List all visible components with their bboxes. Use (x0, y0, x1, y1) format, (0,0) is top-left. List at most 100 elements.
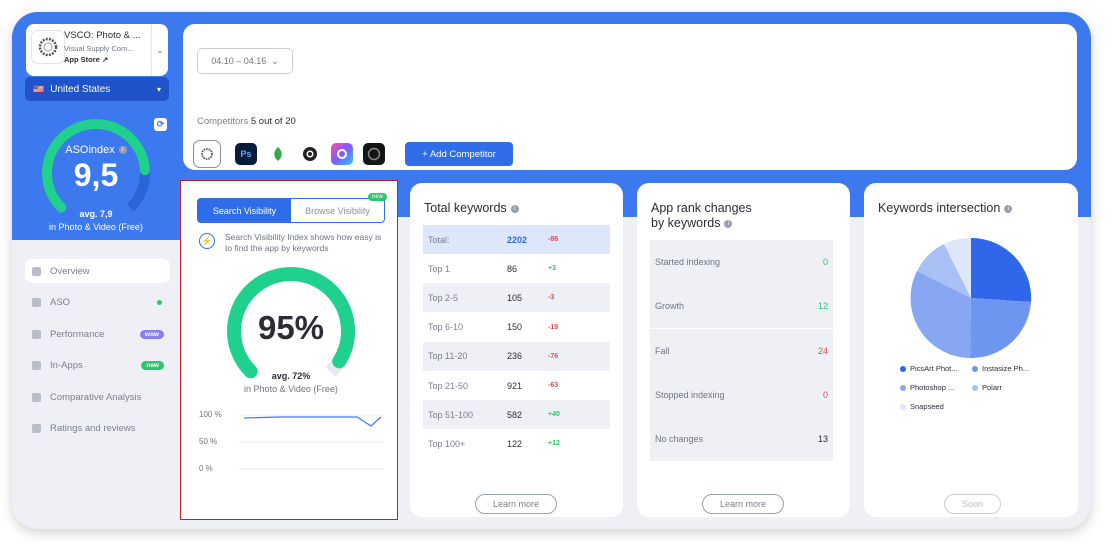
keyword-row-value: 122 (507, 438, 523, 449)
pie-legend: PicsArt Phot... Instasize Ph... Photoshop… (900, 364, 1060, 421)
keywords-intersection-card: Keywords intersection i PicsArt Phot... In… (864, 183, 1078, 517)
keyword-row-delta: -3 (548, 294, 555, 302)
lightning-icon: ⚡ (199, 233, 215, 249)
keyword-row-delta: -76 (548, 352, 559, 360)
competitor-picsart-icon[interactable] (331, 143, 353, 165)
competitor-photoshop-icon[interactable]: Ps (235, 143, 257, 165)
keyword-row-label: Total: (428, 234, 450, 245)
status-dot (157, 300, 162, 306)
nav-label: ASO (50, 297, 71, 309)
sidebar-header: VSCO: Photo & ... Visual Supply Com... A… (12, 12, 180, 240)
app-frame: VSCO: Photo & ... Visual Supply Com... A… (12, 12, 1091, 529)
aso-index-value: 9,5 (73, 157, 119, 193)
rank-row-value: 13 (817, 434, 828, 445)
nav-in-apps[interactable]: In-Apps new (25, 354, 170, 378)
chevron-down-icon[interactable]: ⌄ (151, 24, 168, 76)
refresh-icon[interactable]: ⟳ (154, 118, 167, 131)
keyword-row: Top 1 86 +3 (423, 254, 610, 284)
keyword-row-value: 2202 (507, 234, 528, 245)
keyword-row-delta: -63 (548, 382, 559, 389)
keyword-row-value: 582 (507, 409, 523, 420)
app-store-label: App Store (64, 55, 100, 64)
competitor-polarr-icon[interactable] (363, 143, 385, 165)
card-title: App rank changes by keywords i (651, 201, 752, 230)
keyword-row: Top 2-5 105 -3 (423, 283, 610, 313)
app-store-link[interactable]: App Store ↗ (64, 55, 108, 64)
rank-row-value: 12 (817, 301, 828, 312)
keyword-row-label: Top 11-20 (428, 351, 468, 362)
info-icon[interactable]: i (724, 219, 733, 228)
aso-icon (32, 298, 41, 308)
keyword-row-value: 105 (507, 292, 523, 303)
rank-change-row: Fall 24 (650, 328, 833, 373)
filters-card: 04.10 – 04.16 ⌄ Competitors 5 out of 20 … (183, 24, 1077, 170)
legend-item: Instasize Ph... (972, 364, 1044, 373)
competitor-list: Ps + Add Competitor (193, 139, 513, 169)
visibility-avg: avg. 72% (271, 371, 311, 381)
competitor-vsco-icon[interactable] (193, 140, 221, 168)
us-flag-icon: 🇺🇸 (33, 83, 45, 94)
aso-category: in Photo & Video (Free) (49, 222, 143, 232)
keyword-row: Top 51-100 582 +40 (423, 400, 610, 430)
in-apps-icon (32, 361, 41, 371)
total-keywords-card: Total keywords i Total: 2202 -86 Top 1 86 +3 To… (410, 183, 623, 517)
add-competitor-button[interactable]: + Add Competitor (405, 142, 513, 166)
country-label: United States (50, 83, 111, 95)
visibility-value: 95% (257, 309, 325, 346)
nav-label: Ratings and reviews (50, 423, 136, 435)
nav-label: In-Apps (50, 360, 83, 372)
info-icon[interactable]: i (510, 204, 519, 213)
y-tick-label: 50 % (199, 437, 218, 446)
rank-change-row: Started indexing 0 (650, 240, 833, 284)
search-visibility-card: Search Visibility Browse Visibility new … (180, 180, 398, 520)
legend-item: Photoshop ... (900, 383, 972, 392)
intersection-pie (910, 237, 1032, 359)
keyword-row: Top 11-20 236 -76 (423, 341, 610, 371)
soon-button[interactable]: Soon (944, 494, 1001, 514)
rank-row-value: 0 (822, 257, 828, 267)
nav-comparative-analysis[interactable]: Comparative Analysis (25, 385, 170, 409)
app-name: VSCO: Photo & ... (64, 30, 141, 41)
date-range-picker[interactable]: 04.10 – 04.16 ⌄ (197, 48, 293, 74)
rank-change-row: Stopped indexing 0 (650, 372, 833, 417)
wow-badge: wow (139, 329, 164, 339)
keyword-row-delta: +12 (548, 440, 560, 448)
new-badge: new (141, 361, 164, 371)
nav-aso[interactable]: ASO (25, 291, 170, 315)
ratings-icon (32, 424, 41, 434)
learn-more-button[interactable]: Learn more (702, 494, 784, 514)
nav-ratings[interactable]: Ratings and reviews (25, 417, 170, 441)
keyword-row: Top 6-10 150 -19 (423, 312, 610, 342)
app-selector[interactable]: VSCO: Photo & ... Visual Supply Com... A… (26, 24, 168, 76)
keyword-row-delta: +40 (548, 411, 560, 419)
app-developer: Visual Supply Com... (64, 44, 134, 53)
rank-row-label: Stopped indexing (655, 389, 725, 400)
keyword-row-value: 86 (507, 263, 518, 274)
learn-more-button[interactable]: Learn more (475, 494, 557, 514)
info-icon[interactable]: i (118, 146, 127, 155)
competitor-camera-icon[interactable] (299, 143, 321, 165)
keyword-row: Total: 2202 -86 (423, 225, 610, 254)
tab-search-visibility[interactable]: Search Visibility (198, 199, 291, 222)
country-selector[interactable]: 🇺🇸 United States ▾ (25, 77, 169, 101)
nav-label: Comparative Analysis (50, 391, 142, 403)
aso-index-label: ASOindex i (12, 144, 180, 156)
rank-row-label: Growth (655, 301, 685, 312)
info-icon[interactable]: i (1004, 204, 1013, 213)
pie-slice-instasize (970, 298, 1031, 359)
vsco-app-icon (31, 30, 65, 64)
nav-overview[interactable]: Overview (25, 259, 170, 283)
performance-icon (32, 329, 41, 339)
rank-row-value: 0 (822, 389, 828, 400)
rank-changes-card: App rank changes by keywords i Started ind… (637, 183, 850, 517)
card-title: Total keywords i (424, 201, 519, 216)
date-range-label: 04.10 – 04.16 (211, 56, 267, 66)
chevron-down-icon: ⌄ (271, 55, 279, 66)
competitor-snapseed-icon[interactable] (267, 143, 289, 165)
nav-performance[interactable]: Performance wow (25, 322, 170, 346)
keyword-row: Top 100+ 122 +12 (423, 429, 610, 459)
nav-label: Overview (50, 265, 90, 277)
tab-browse-visibility[interactable]: Browse Visibility (291, 199, 384, 222)
overview-icon (32, 266, 41, 276)
rank-row-value: 24 (817, 345, 828, 356)
